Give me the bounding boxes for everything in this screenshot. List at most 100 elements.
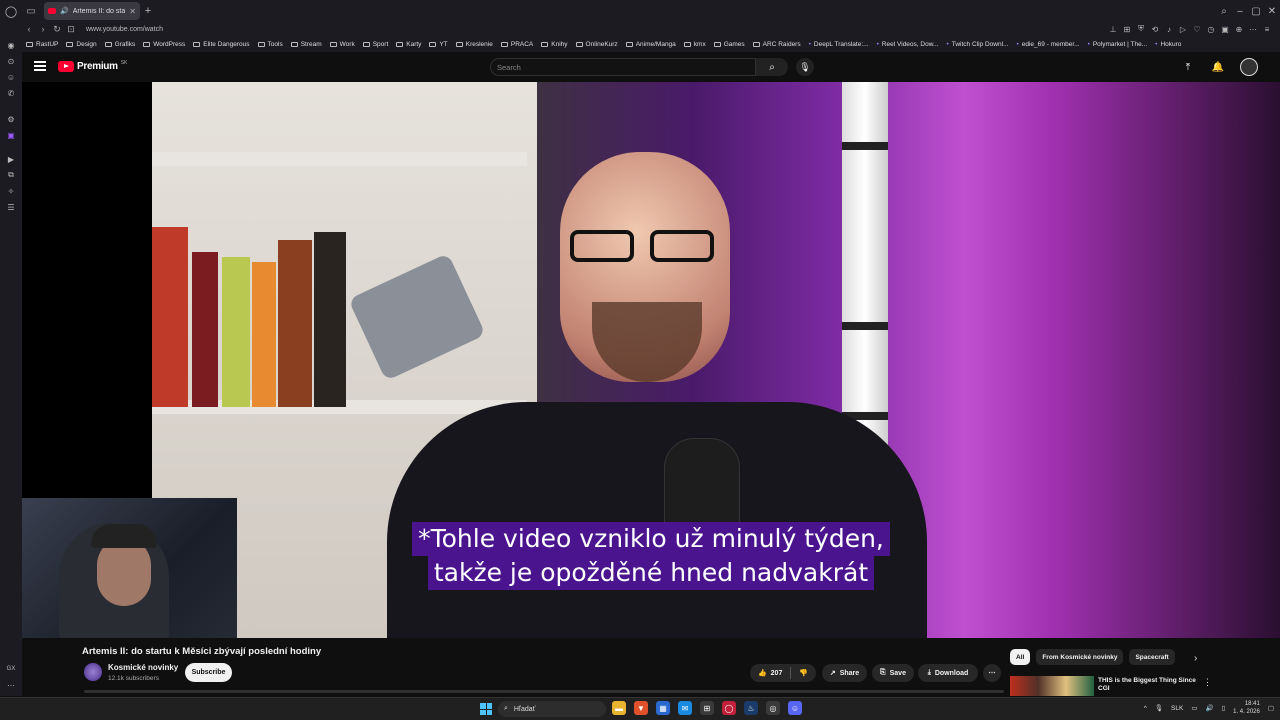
notifications-bell-icon[interactable]: 🔔 xyxy=(1210,59,1226,75)
tab-menu-icon[interactable]: ▭ xyxy=(22,0,40,22)
bookmark-item[interactable]: • Hokuro xyxy=(1155,41,1181,48)
horizontal-scrollbar[interactable] xyxy=(84,690,1004,693)
like-count[interactable]: 207 xyxy=(771,670,783,677)
translate-icon[interactable]: ⟲ xyxy=(1150,24,1160,34)
bookmark-item[interactable]: Elite Dangerous xyxy=(193,41,250,48)
download-button[interactable]: ⤓ Download xyxy=(918,664,978,682)
speaker-icon[interactable]: 🔊 xyxy=(60,7,69,15)
search-button[interactable]: ⌕ xyxy=(756,58,788,76)
photos-icon[interactable]: ▦ xyxy=(656,701,670,715)
brave-icon[interactable]: ▼ xyxy=(634,701,648,715)
settings-icon[interactable]: ⋯ xyxy=(1248,24,1258,34)
youtube-logo[interactable]: Premium SK xyxy=(58,60,127,72)
bookmark-item[interactable]: OnlineKurz xyxy=(575,41,618,48)
screenshot-icon[interactable]: ⊞ xyxy=(1122,24,1132,34)
adblock-shield-icon[interactable]: ⛨ xyxy=(1136,24,1146,34)
bookmark-item[interactable]: Anime/Manga xyxy=(625,41,676,48)
extensions-icon[interactable]: ▣ xyxy=(1220,24,1230,34)
bookmark-item[interactable]: kmx xyxy=(683,41,706,48)
tray-mic-icon[interactable]: 🎙 xyxy=(1155,704,1163,712)
network-icon[interactable]: ▭ xyxy=(1191,704,1197,712)
clock[interactable]: 18:41 1. 4. 2026 xyxy=(1233,700,1260,716)
taskbar-search[interactable]: ⌕ Hľadať xyxy=(498,701,606,717)
play-icon[interactable]: ▷ xyxy=(1178,24,1188,34)
share-button[interactable]: ↗ Share xyxy=(822,664,867,682)
history-icon[interactable]: ◷ xyxy=(1206,24,1216,34)
reload-icon[interactable]: ↻ xyxy=(50,24,64,35)
bookmark-item[interactable]: Tools xyxy=(257,41,283,48)
bookmark-item[interactable]: PRACA xyxy=(500,41,533,48)
tray-overflow-icon[interactable]: ^ xyxy=(1144,705,1147,712)
new-tab-button[interactable]: + xyxy=(140,5,156,17)
opera-gx-taskbar-icon[interactable]: ◯ xyxy=(722,701,736,715)
lock-icon[interactable]: ⊡ xyxy=(64,24,78,35)
close-tab-icon[interactable]: ✕ xyxy=(129,7,136,16)
bookmark-item[interactable]: Sport xyxy=(362,41,388,48)
bookmark-item[interactable]: Karty xyxy=(396,41,421,48)
bookmark-item[interactable]: • DeepL Translate:... xyxy=(809,41,869,48)
bookmark-item[interactable]: Stream xyxy=(290,41,322,48)
bookmark-item[interactable]: • Polymarket | The... xyxy=(1088,41,1148,48)
vpn-icon[interactable]: ♪ xyxy=(1164,24,1174,34)
discord-taskbar-icon[interactable]: ☺ xyxy=(788,701,802,715)
pin-icon[interactable]: ⊥ xyxy=(1108,24,1118,34)
search-input[interactable]: Search xyxy=(490,58,756,76)
close-window-icon[interactable]: ✕ xyxy=(1264,6,1280,17)
recommended-thumbnail[interactable] xyxy=(1010,676,1094,696)
active-tab[interactable]: 🔊 Artemis II: do startu k ✕ xyxy=(44,2,140,20)
heart-icon[interactable]: ♡ xyxy=(1192,24,1202,34)
settings-gear-icon[interactable]: ⚙ xyxy=(6,114,16,124)
account-avatar[interactable] xyxy=(1240,58,1258,76)
bookmark-item[interactable]: YT xyxy=(429,41,448,48)
recommended-video[interactable]: THIS is the Biggest Thing Since CGI ⋮ xyxy=(1010,676,1270,696)
like-icon[interactable]: 👍 xyxy=(758,669,767,677)
dislike-icon[interactable]: 👎 xyxy=(799,669,808,677)
bag-icon[interactable]: ⧉ xyxy=(6,170,16,180)
bookmark-item[interactable]: • Twitch Clip Downl... xyxy=(946,41,1008,48)
bookmark-item[interactable]: Design xyxy=(66,41,97,48)
battery-icon[interactable]: ▯ xyxy=(1222,704,1226,712)
bookmark-item[interactable]: • edie_69 - member... xyxy=(1016,41,1079,48)
upload-icon[interactable]: ⤒ xyxy=(1180,59,1196,75)
more-actions-button[interactable]: ⋯ xyxy=(983,664,1001,682)
file-explorer-icon[interactable]: ▬ xyxy=(612,701,626,715)
chrome-icon[interactable]: ◎ xyxy=(766,701,780,715)
discord-icon[interactable]: ☺ xyxy=(6,72,16,82)
video-player[interactable]: *Tohle video vzniklo už minulý týden, ta… xyxy=(22,82,1280,638)
bookmark-item[interactable]: Grafiks xyxy=(104,41,135,48)
voice-search-button[interactable]: 🎙 xyxy=(796,58,814,76)
steam-icon[interactable]: ♨ xyxy=(744,701,758,715)
forward-icon[interactable]: › xyxy=(36,24,50,34)
bookmark-item[interactable]: • Reel Videos, Dow... xyxy=(877,41,939,48)
bookmark-item[interactable]: Kreslenie xyxy=(455,41,493,48)
hamburger-menu-icon[interactable] xyxy=(34,61,46,71)
opera-gx-logo-icon[interactable]: ◯ xyxy=(0,0,22,22)
minimize-icon[interactable]: – xyxy=(1232,6,1248,17)
search-tabs-icon[interactable]: ⌕ xyxy=(1216,6,1232,17)
bookmark-item[interactable]: Knihy xyxy=(541,41,568,48)
back-icon[interactable]: ‹ xyxy=(22,24,36,34)
sidebar-more-icon[interactable]: ⋯ xyxy=(6,680,16,690)
gx-control-icon[interactable]: ◉ xyxy=(6,40,16,50)
maximize-icon[interactable]: ▢ xyxy=(1248,6,1264,17)
chip-from-channel[interactable]: From Kosmické novinky xyxy=(1036,649,1124,665)
ai-icon[interactable]: ✧ xyxy=(6,186,16,196)
recommended-more-icon[interactable]: ⋮ xyxy=(1203,677,1212,688)
start-button-icon[interactable] xyxy=(480,703,492,715)
twitch-sidebar-icon[interactable]: ▣ xyxy=(6,130,16,140)
player-icon[interactable]: ▶ xyxy=(6,154,16,164)
wallet-icon[interactable]: ☰ xyxy=(6,202,16,212)
mail-icon[interactable]: ✉ xyxy=(678,701,692,715)
chip-spacecraft[interactable]: Spacecraft xyxy=(1129,649,1175,665)
store-icon[interactable]: ⊙ xyxy=(6,56,16,66)
chips-next-chevron-icon[interactable]: › xyxy=(1194,653,1197,664)
download-icon[interactable]: ⊕ xyxy=(1234,24,1244,34)
bookmark-item[interactable]: WordPress xyxy=(143,41,185,48)
subscribe-button[interactable]: Subscribe xyxy=(185,663,232,682)
recommended-title[interactable]: THIS is the Biggest Thing Since CGI xyxy=(1098,677,1208,693)
chip-all[interactable]: All xyxy=(1010,649,1031,665)
language-indicator[interactable]: SLK xyxy=(1171,705,1183,712)
url-field[interactable]: www.youtube.com/watch xyxy=(86,26,1108,33)
channel-avatar[interactable] xyxy=(84,663,102,681)
notifications-icon[interactable]: ▢ xyxy=(1268,704,1274,712)
